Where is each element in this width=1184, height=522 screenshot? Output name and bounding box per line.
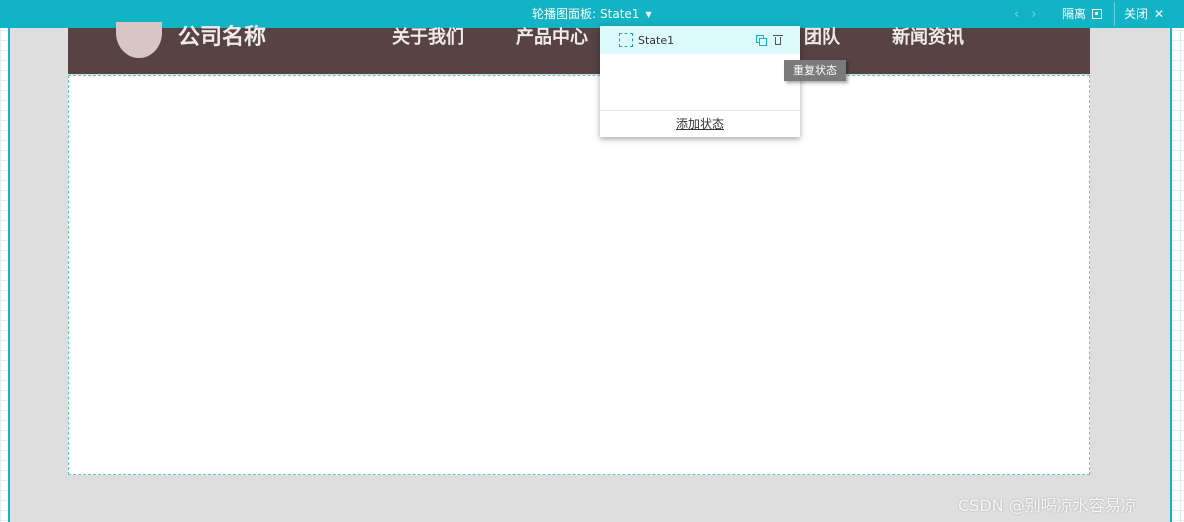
site-header: 公司名称 关于我们 产品中心 团队 新闻资讯	[68, 22, 1090, 74]
state-nav-arrows: ‹ ›	[1014, 0, 1036, 28]
isolate-icon	[1092, 9, 1103, 19]
logo-image	[116, 22, 162, 58]
carousel-panel-area[interactable]	[68, 75, 1090, 475]
watermark: CSDN @别喝凉水容易凉	[958, 496, 1137, 515]
duplicate-state-icon[interactable]	[756, 35, 767, 46]
isolate-label: 隔离	[1062, 6, 1087, 21]
next-state-icon[interactable]: ›	[1031, 0, 1036, 28]
add-state-link[interactable]: 添加状态	[600, 111, 800, 137]
state-item[interactable]: State1	[600, 26, 800, 54]
state-selector[interactable]: 轮播图面板: State1 ▼	[532, 0, 652, 28]
delete-state-icon[interactable]	[773, 34, 783, 46]
nav-products[interactable]: 产品中心	[516, 25, 588, 51]
prev-state-icon[interactable]: ‹	[1014, 0, 1019, 28]
state-icon	[619, 33, 633, 47]
close-label: 关闭	[1124, 6, 1149, 21]
state-label: State1	[638, 33, 675, 47]
state-dropdown: State1 添加状态	[600, 26, 800, 137]
close-icon: ✕	[1154, 6, 1165, 21]
nav-team[interactable]: 团队	[804, 25, 840, 51]
isolated-workspace: 公司名称 关于我们 产品中心 团队 新闻资讯	[8, 22, 1172, 522]
isolate-button[interactable]: 隔离	[1062, 0, 1103, 28]
toolbar-divider	[1114, 2, 1115, 26]
nav-news[interactable]: 新闻资讯	[892, 25, 964, 51]
close-button[interactable]: 关闭 ✕	[1124, 0, 1164, 28]
nav-about[interactable]: 关于我们	[392, 25, 464, 51]
company-name: 公司名称	[178, 25, 267, 50]
duplicate-state-tooltip: 重复状态	[784, 60, 846, 81]
